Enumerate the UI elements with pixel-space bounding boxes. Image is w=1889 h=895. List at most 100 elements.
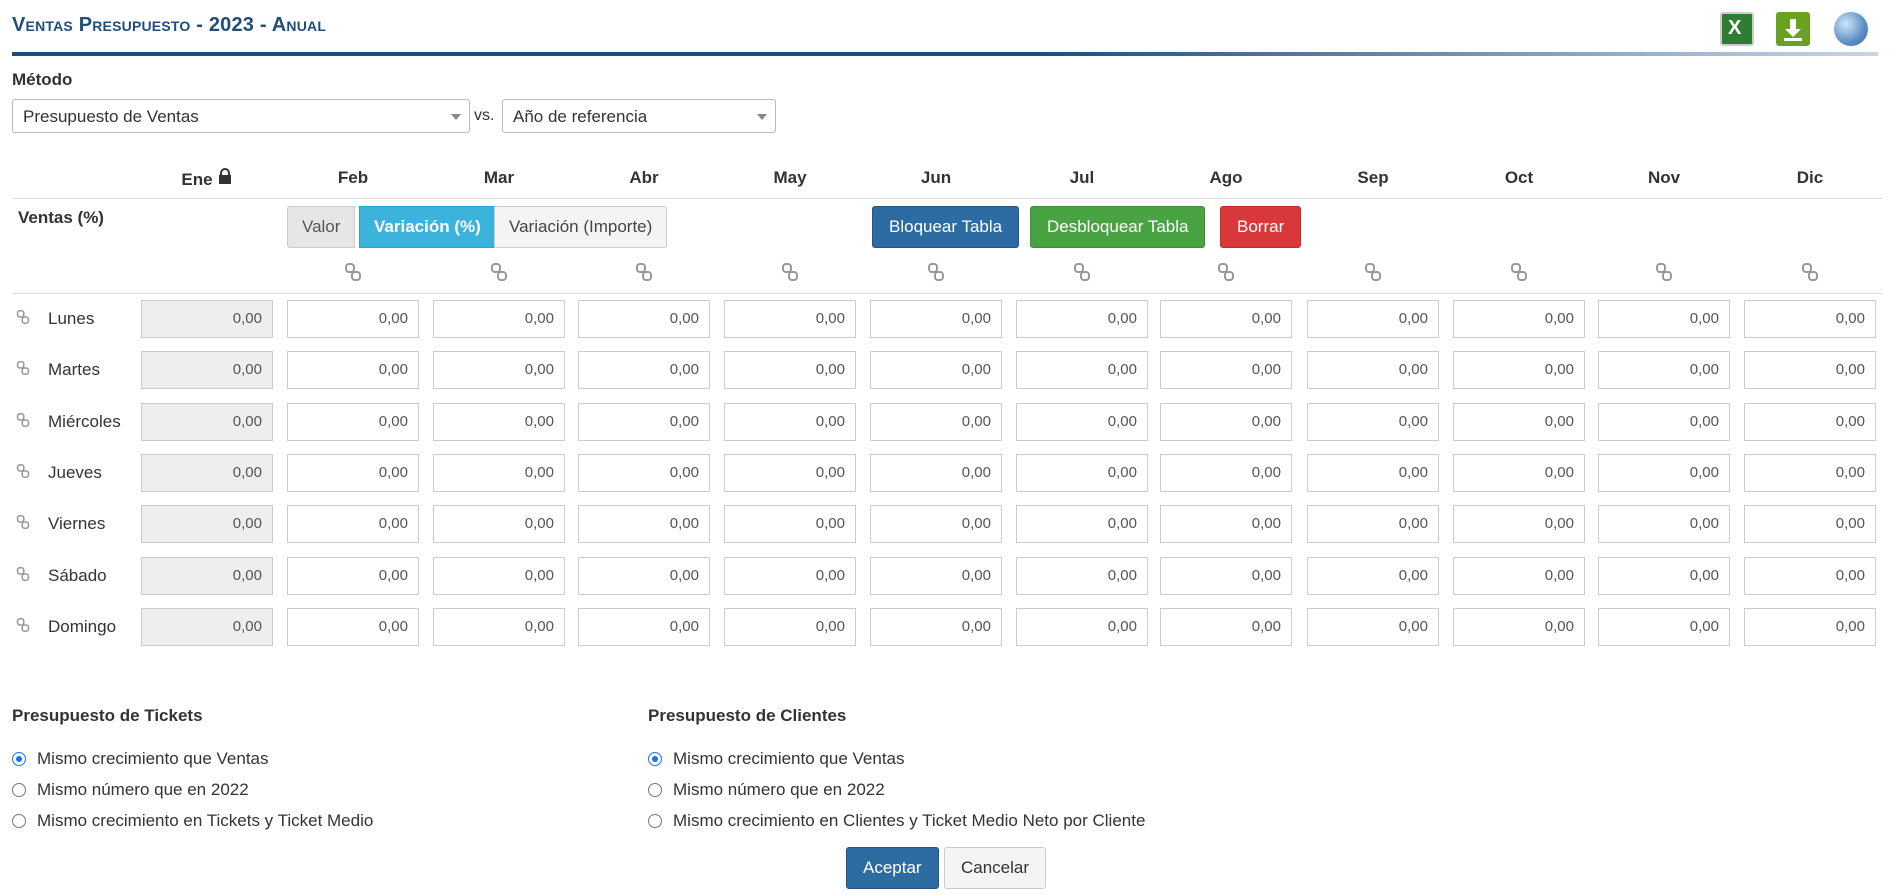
cell-input[interactable]: 0,00	[1598, 608, 1730, 646]
cell-input[interactable]: 0,00	[1744, 557, 1876, 595]
cell-input[interactable]: 0,00	[1453, 608, 1585, 646]
cell-input[interactable]: 0,00	[1160, 300, 1292, 338]
row-link-icon[interactable]	[16, 412, 34, 432]
cell-input[interactable]: 0,00	[578, 454, 710, 492]
column-link-icon[interactable]	[781, 262, 799, 282]
cell-input[interactable]: 0,00	[1307, 505, 1439, 543]
cell-input[interactable]: 0,00	[578, 403, 710, 441]
cell-input[interactable]: 0,00	[1744, 454, 1876, 492]
cell-input[interactable]: 0,00	[578, 351, 710, 389]
cell-input[interactable]: 0,00	[870, 454, 1002, 492]
clients-radio-2[interactable]	[648, 814, 662, 828]
method-select[interactable]: Presupuesto de Ventas	[12, 99, 470, 133]
cell-input[interactable]: 0,00	[1016, 351, 1148, 389]
segment-variacion-importe[interactable]: Variación (Importe)	[494, 206, 668, 248]
cell-input[interactable]: 0,00	[578, 557, 710, 595]
cell-input[interactable]: 0,00	[870, 505, 1002, 543]
cell-input[interactable]: 0,00	[1744, 351, 1876, 389]
cell-input[interactable]: 0,00	[870, 351, 1002, 389]
cell-input[interactable]: 0,00	[1160, 608, 1292, 646]
globe-icon[interactable]	[1834, 12, 1868, 46]
cell-input[interactable]: 0,00	[1598, 300, 1730, 338]
download-icon[interactable]	[1776, 12, 1810, 46]
cell-input[interactable]: 0,00	[1016, 608, 1148, 646]
cell-input[interactable]: 0,00	[287, 608, 419, 646]
tickets-option-label[interactable]: Mismo número que en 2022	[37, 780, 249, 800]
cell-input[interactable]: 0,00	[1453, 351, 1585, 389]
cell-input[interactable]: 0,00	[287, 351, 419, 389]
cell-input[interactable]: 0,00	[1307, 300, 1439, 338]
cell-input[interactable]: 0,00	[1744, 505, 1876, 543]
cell-input[interactable]: 0,00	[1307, 351, 1439, 389]
cancel-button[interactable]: Cancelar	[944, 847, 1047, 889]
delete-button[interactable]: Borrar	[1220, 206, 1302, 248]
cell-input[interactable]: 0,00	[287, 557, 419, 595]
cell-input[interactable]: 0,00	[724, 454, 856, 492]
cell-input[interactable]: 0,00	[1160, 557, 1292, 595]
tickets-radio-0[interactable]	[12, 752, 26, 766]
column-link-icon[interactable]	[490, 262, 508, 282]
cell-input[interactable]: 0,00	[1453, 403, 1585, 441]
row-link-icon[interactable]	[16, 309, 34, 329]
cell-input[interactable]: 0,00	[287, 300, 419, 338]
row-link-icon[interactable]	[16, 463, 34, 483]
cell-input[interactable]: 0,00	[1016, 557, 1148, 595]
row-link-icon[interactable]	[16, 360, 34, 380]
tickets-option-label[interactable]: Mismo crecimiento en Tickets y Ticket Me…	[37, 811, 373, 831]
column-link-icon[interactable]	[1801, 262, 1819, 282]
row-link-icon[interactable]	[16, 566, 34, 586]
clients-option-label[interactable]: Mismo crecimiento en Clientes y Ticket M…	[673, 811, 1145, 831]
cell-input[interactable]: 0,00	[1598, 505, 1730, 543]
clients-radio-1[interactable]	[648, 783, 662, 797]
unlock-table-button[interactable]: Desbloquear Tabla	[1030, 206, 1206, 248]
cell-input[interactable]: 0,00	[1453, 454, 1585, 492]
cell-input[interactable]: 0,00	[1307, 454, 1439, 492]
column-link-icon[interactable]	[1655, 262, 1673, 282]
segment-valor[interactable]: Valor	[287, 206, 356, 248]
cell-input[interactable]: 0,00	[1598, 403, 1730, 441]
cell-input[interactable]: 0,00	[1307, 557, 1439, 595]
cell-input[interactable]: 0,00	[724, 300, 856, 338]
cell-input[interactable]: 0,00	[578, 505, 710, 543]
cell-input[interactable]: 0,00	[1453, 300, 1585, 338]
cell-input[interactable]: 0,00	[1598, 454, 1730, 492]
row-link-icon[interactable]	[16, 617, 34, 637]
tickets-option-label[interactable]: Mismo crecimiento que Ventas	[37, 749, 269, 769]
cell-input[interactable]: 0,00	[1016, 454, 1148, 492]
cell-input[interactable]: 0,00	[724, 608, 856, 646]
row-link-icon[interactable]	[16, 514, 34, 534]
cell-input[interactable]: 0,00	[1016, 505, 1148, 543]
tickets-radio-1[interactable]	[12, 783, 26, 797]
clients-option-label[interactable]: Mismo número que en 2022	[673, 780, 885, 800]
cell-input[interactable]: 0,00	[1307, 403, 1439, 441]
excel-icon[interactable]: X	[1720, 12, 1754, 46]
cell-input[interactable]: 0,00	[724, 505, 856, 543]
cell-input[interactable]: 0,00	[870, 557, 1002, 595]
cell-input[interactable]: 0,00	[724, 557, 856, 595]
column-link-icon[interactable]	[1217, 262, 1235, 282]
accept-button[interactable]: Aceptar	[846, 847, 939, 889]
cell-input[interactable]: 0,00	[287, 505, 419, 543]
cell-input[interactable]: 0,00	[287, 454, 419, 492]
cell-input[interactable]: 0,00	[1160, 505, 1292, 543]
cell-input[interactable]: 0,00	[1307, 608, 1439, 646]
cell-input[interactable]: 0,00	[724, 403, 856, 441]
cell-input[interactable]: 0,00	[433, 505, 565, 543]
column-link-icon[interactable]	[1510, 262, 1528, 282]
lock-table-button[interactable]: Bloquear Tabla	[872, 206, 1020, 248]
cell-input[interactable]: 0,00	[433, 454, 565, 492]
column-link-icon[interactable]	[344, 262, 362, 282]
cell-input[interactable]: 0,00	[1016, 403, 1148, 441]
cell-input[interactable]: 0,00	[1744, 608, 1876, 646]
cell-input[interactable]: 0,00	[578, 608, 710, 646]
cell-input[interactable]: 0,00	[870, 608, 1002, 646]
cell-input[interactable]: 0,00	[1598, 351, 1730, 389]
cell-input[interactable]: 0,00	[1453, 557, 1585, 595]
cell-input[interactable]: 0,00	[1744, 300, 1876, 338]
column-link-icon[interactable]	[1364, 262, 1382, 282]
segment-variacion-pct[interactable]: Variación (%)	[359, 206, 496, 248]
cell-input[interactable]: 0,00	[870, 403, 1002, 441]
cell-input[interactable]: 0,00	[433, 403, 565, 441]
clients-radio-0[interactable]	[648, 752, 662, 766]
cell-input[interactable]: 0,00	[870, 300, 1002, 338]
